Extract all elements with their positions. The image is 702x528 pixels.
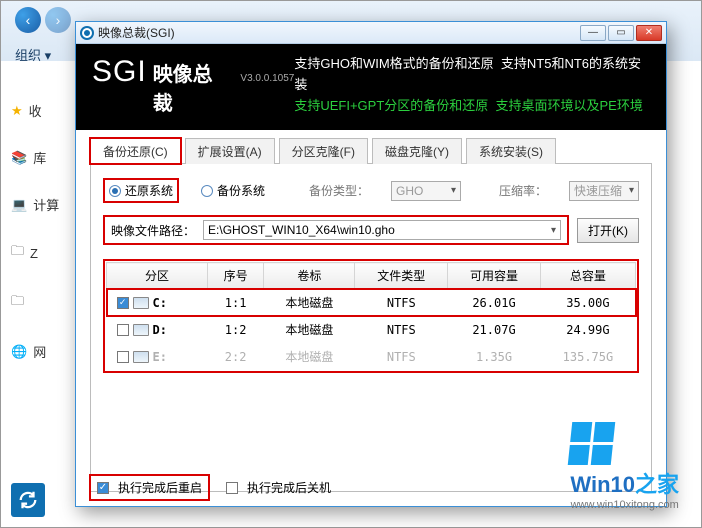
disk-icon xyxy=(133,324,149,336)
tab-body: 还原系统 备份系统 备份类型： GHO▾ 压缩率： 快速压缩▾ 映像文件路 xyxy=(90,164,652,492)
col-free[interactable]: 可用容量 xyxy=(448,263,541,289)
titlebar[interactable]: 映像总裁(SGI) — ▭ ✕ xyxy=(76,22,666,44)
image-path-input[interactable]: E:\GHOST_WIN10_X64\win10.gho▾ xyxy=(203,220,561,240)
watermark-url: www.win10xitong.com xyxy=(570,499,679,511)
partition-table: 分区 序号 卷标 文件类型 可用容量 总容量 C:1:1本地磁盘NTFS26.0… xyxy=(106,262,636,370)
radio-backup-system[interactable]: 备份系统 xyxy=(201,182,265,199)
col-index[interactable]: 序号 xyxy=(207,263,263,289)
nav-forward-icon[interactable]: › xyxy=(45,7,71,33)
chevron-down-icon: ▾ xyxy=(551,225,556,236)
compress-select[interactable]: 快速压缩▾ xyxy=(569,181,639,201)
tab-advanced[interactable]: 扩展设置(A) xyxy=(185,138,275,164)
logo-text: SGI xyxy=(92,55,147,89)
chevron-down-icon: ▾ xyxy=(451,185,456,196)
radio-on-icon xyxy=(109,185,121,197)
sidebar-libraries[interactable]: 📚库 xyxy=(11,148,73,167)
table-row[interactable]: E:2:2本地磁盘NTFS1.35G135.75G xyxy=(107,343,636,370)
backup-type-label: 备份类型： xyxy=(309,182,369,199)
windows-logo-icon xyxy=(568,422,681,465)
backup-type-select[interactable]: GHO▾ xyxy=(391,181,461,201)
sidebar-drive[interactable]: 🗀 xyxy=(11,292,73,314)
radio-backup-label: 备份系统 xyxy=(217,182,265,199)
open-button[interactable]: 打开(K) xyxy=(577,218,639,243)
nav-back-icon[interactable]: ‹ xyxy=(15,7,41,33)
tab-partition-clone[interactable]: 分区克隆(F) xyxy=(279,138,368,164)
sidebar-computer[interactable]: 💻计算 xyxy=(11,195,73,214)
computer-icon: 💻 xyxy=(11,197,27,213)
star-icon: ★ xyxy=(11,103,23,119)
checkbox-restart-label: 执行完成后重启 xyxy=(118,479,202,496)
header-desc: 支持GHO和WIM格式的备份和还原 支持NT5和NT6的系统安装 支持UEFI+… xyxy=(294,54,650,116)
app-icon xyxy=(80,26,94,40)
tab-backup-restore[interactable]: 备份还原(C) xyxy=(90,138,181,164)
checkbox-off-icon xyxy=(226,482,238,494)
col-total[interactable]: 总容量 xyxy=(540,263,635,289)
sidebar-network[interactable]: 🌐网 xyxy=(11,342,73,361)
library-icon: 📚 xyxy=(11,150,27,166)
radio-restore-label: 还原系统 xyxy=(125,182,173,199)
col-fs[interactable]: 文件类型 xyxy=(355,263,448,289)
logo-subtitle: 映像总裁 xyxy=(153,58,231,116)
drive-icon: 🗀 xyxy=(11,242,24,264)
maximize-button[interactable]: ▭ xyxy=(608,25,634,41)
compress-label: 压缩率： xyxy=(499,182,547,199)
row-checkbox[interactable] xyxy=(117,324,129,336)
tab-disk-clone[interactable]: 磁盘克隆(Y) xyxy=(372,138,462,164)
col-partition[interactable]: 分区 xyxy=(107,263,208,289)
radio-off-icon xyxy=(201,185,213,197)
app-header: SGI 映像总裁 V3.0.0.1057 支持GHO和WIM格式的备份和还原 支… xyxy=(76,44,666,130)
checkbox-restart-after[interactable]: 执行完成后重启 xyxy=(89,474,210,501)
sidebar-drive-z[interactable]: 🗀Z xyxy=(11,242,73,264)
partition-table-highlight: 分区 序号 卷标 文件类型 可用容量 总容量 C:1:1本地磁盘NTFS26.0… xyxy=(103,259,639,373)
watermark: Win10之家 www.win10xitong.com xyxy=(570,422,679,511)
row-checkbox[interactable] xyxy=(117,351,129,363)
table-row[interactable]: D:1:2本地磁盘NTFS21.07G24.99G xyxy=(107,316,636,343)
logo-version: V3.0.0.1057 xyxy=(240,73,294,84)
image-path-label: 映像文件路径： xyxy=(111,222,195,239)
disk-icon xyxy=(133,297,149,309)
chevron-down-icon: ▾ xyxy=(629,185,634,196)
window-title: 映像总裁(SGI) xyxy=(98,24,576,41)
tab-system-install[interactable]: 系统安装(S) xyxy=(466,138,556,164)
tab-bar: 备份还原(C) 扩展设置(A) 分区克隆(F) 磁盘克隆(Y) 系统安装(S) xyxy=(90,138,652,164)
checkbox-on-icon xyxy=(97,482,109,494)
sidebar-favorites[interactable]: ★收 xyxy=(11,101,73,120)
explorer-sidebar: ★收 📚库 💻计算 🗀Z 🗀 🌐网 xyxy=(11,101,73,361)
explorer-nav: ‹ › xyxy=(15,7,71,33)
explorer-organize[interactable]: 组织 ▾ xyxy=(15,45,51,64)
close-button[interactable]: ✕ xyxy=(636,25,662,41)
minimize-button[interactable]: — xyxy=(580,25,606,41)
table-row[interactable]: C:1:1本地磁盘NTFS26.01G35.00G xyxy=(107,289,636,317)
checkbox-shutdown-after[interactable]: 执行完成后关机 xyxy=(226,479,331,496)
disk-icon xyxy=(133,351,149,363)
row-checkbox[interactable] xyxy=(117,297,129,309)
checkbox-shutdown-label: 执行完成后关机 xyxy=(247,479,331,496)
sync-icon[interactable] xyxy=(11,483,45,517)
radio-restore-system[interactable]: 还原系统 xyxy=(103,178,179,203)
drive-icon: 🗀 xyxy=(11,292,24,314)
network-icon: 🌐 xyxy=(11,344,27,360)
col-volume[interactable]: 卷标 xyxy=(264,263,355,289)
